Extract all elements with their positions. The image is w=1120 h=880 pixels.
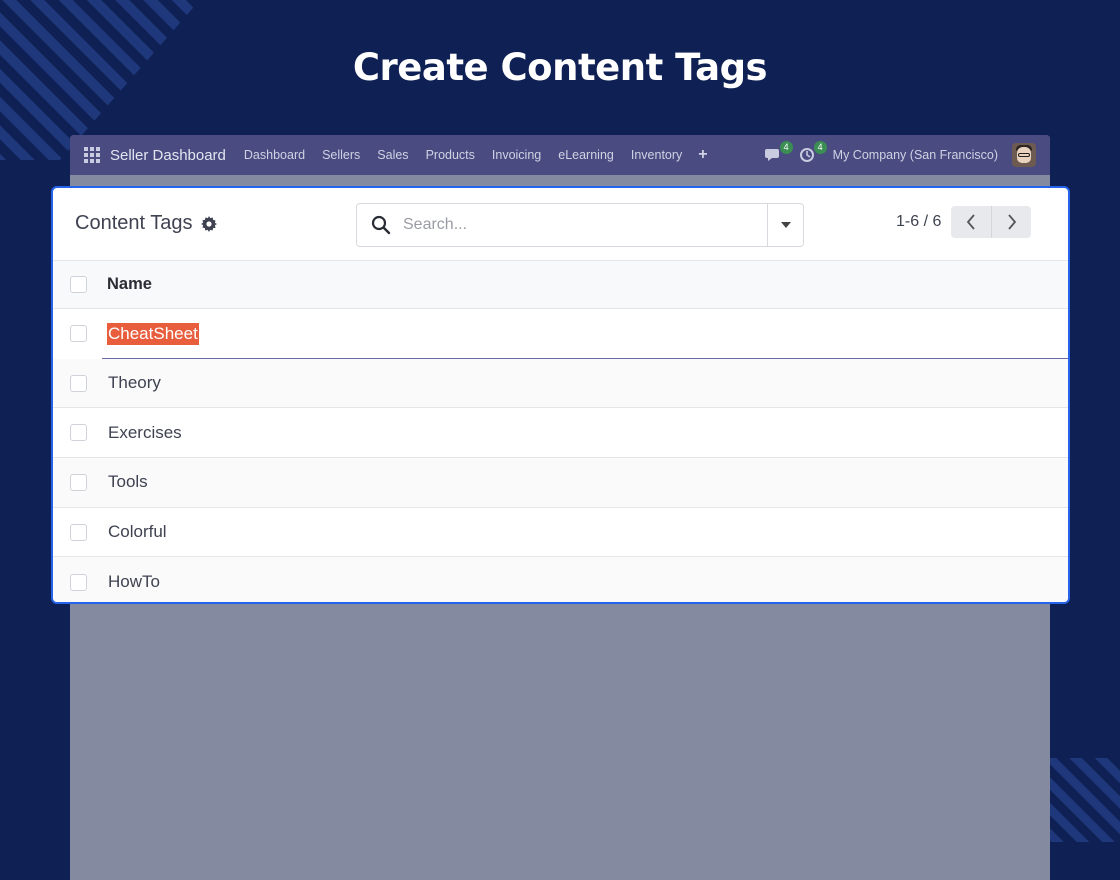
select-all-checkbox[interactable]: [70, 276, 87, 293]
navbar-systray: 4 4 My Company (San Francisco): [764, 141, 1036, 167]
table-row[interactable]: Tools: [53, 458, 1068, 508]
row-name: Exercises: [108, 422, 182, 442]
activities-badge: 4: [813, 141, 827, 154]
row-checkbox[interactable]: [70, 473, 87, 491]
control-panel: Content Tags 1-6 / 6: [53, 188, 1068, 261]
table-row[interactable]: Exercises: [53, 408, 1068, 459]
row-name: HowTo: [108, 572, 160, 592]
messages-icon[interactable]: 4: [764, 141, 793, 163]
table-row[interactable]: Theory: [53, 358, 1068, 409]
nav-item-dashboard[interactable]: Dashboard: [244, 148, 305, 162]
nav-menu: Dashboard Sellers Sales Products Invoici…: [244, 148, 682, 162]
caret-down-icon: [780, 222, 791, 228]
row-checkbox[interactable]: [70, 325, 87, 343]
row-checkbox[interactable]: [70, 523, 87, 541]
pager-value[interactable]: 1-6 / 6: [896, 213, 941, 231]
table-row[interactable]: CheatSheet: [53, 309, 1068, 359]
breadcrumb: Content Tags: [75, 212, 217, 235]
pager-next-button[interactable]: [991, 206, 1031, 238]
row-checkbox[interactable]: [70, 374, 87, 392]
user-avatar[interactable]: [1012, 143, 1036, 167]
content-tags-panel: Content Tags 1-6 / 6: [51, 186, 1070, 604]
row-name-input[interactable]: CheatSheet: [107, 322, 199, 345]
pager-buttons: [951, 206, 1032, 238]
row-checkbox[interactable]: [70, 424, 87, 442]
chevron-right-icon: [1008, 214, 1017, 230]
nav-item-invoicing[interactable]: Invoicing: [492, 148, 541, 162]
search-options-toggle[interactable]: [767, 204, 803, 246]
nav-item-sales[interactable]: Sales: [377, 148, 408, 162]
chevron-left-icon: [967, 214, 976, 230]
nav-item-inventory[interactable]: Inventory: [631, 148, 682, 162]
row-name: Colorful: [108, 522, 167, 542]
nav-item-sellers[interactable]: Sellers: [322, 148, 360, 162]
activities-icon[interactable]: 4: [799, 141, 827, 163]
nav-plus-button[interactable]: +: [698, 146, 707, 164]
search-box: [356, 203, 804, 247]
search-input[interactable]: [403, 216, 767, 234]
top-navbar: Seller Dashboard Dashboard Sellers Sales…: [70, 135, 1050, 175]
pager: 1-6 / 6: [896, 206, 1032, 238]
table-row[interactable]: Colorful: [53, 508, 1068, 558]
app-menu-icon[interactable]: [84, 147, 100, 163]
row-checkbox[interactable]: [70, 573, 87, 591]
decorative-stripes-bottom-right: [1048, 758, 1120, 842]
page-headline: Create Content Tags: [352, 46, 768, 89]
page-title: Content Tags: [75, 212, 193, 234]
table-row[interactable]: HowTo: [53, 557, 1068, 602]
nav-item-products[interactable]: Products: [426, 148, 475, 162]
pager-previous-button[interactable]: [951, 206, 991, 238]
nav-item-elearning[interactable]: eLearning: [558, 148, 614, 162]
messages-badge: 4: [779, 141, 793, 154]
gear-icon[interactable]: [200, 215, 217, 232]
column-header-name[interactable]: Name: [107, 275, 152, 294]
search-icon: [371, 215, 391, 235]
list-header: Name: [53, 261, 1068, 309]
company-switcher[interactable]: My Company (San Francisco): [833, 148, 998, 162]
app-name[interactable]: Seller Dashboard: [110, 147, 226, 164]
row-name: Theory: [108, 373, 161, 393]
row-name: Tools: [108, 472, 148, 492]
